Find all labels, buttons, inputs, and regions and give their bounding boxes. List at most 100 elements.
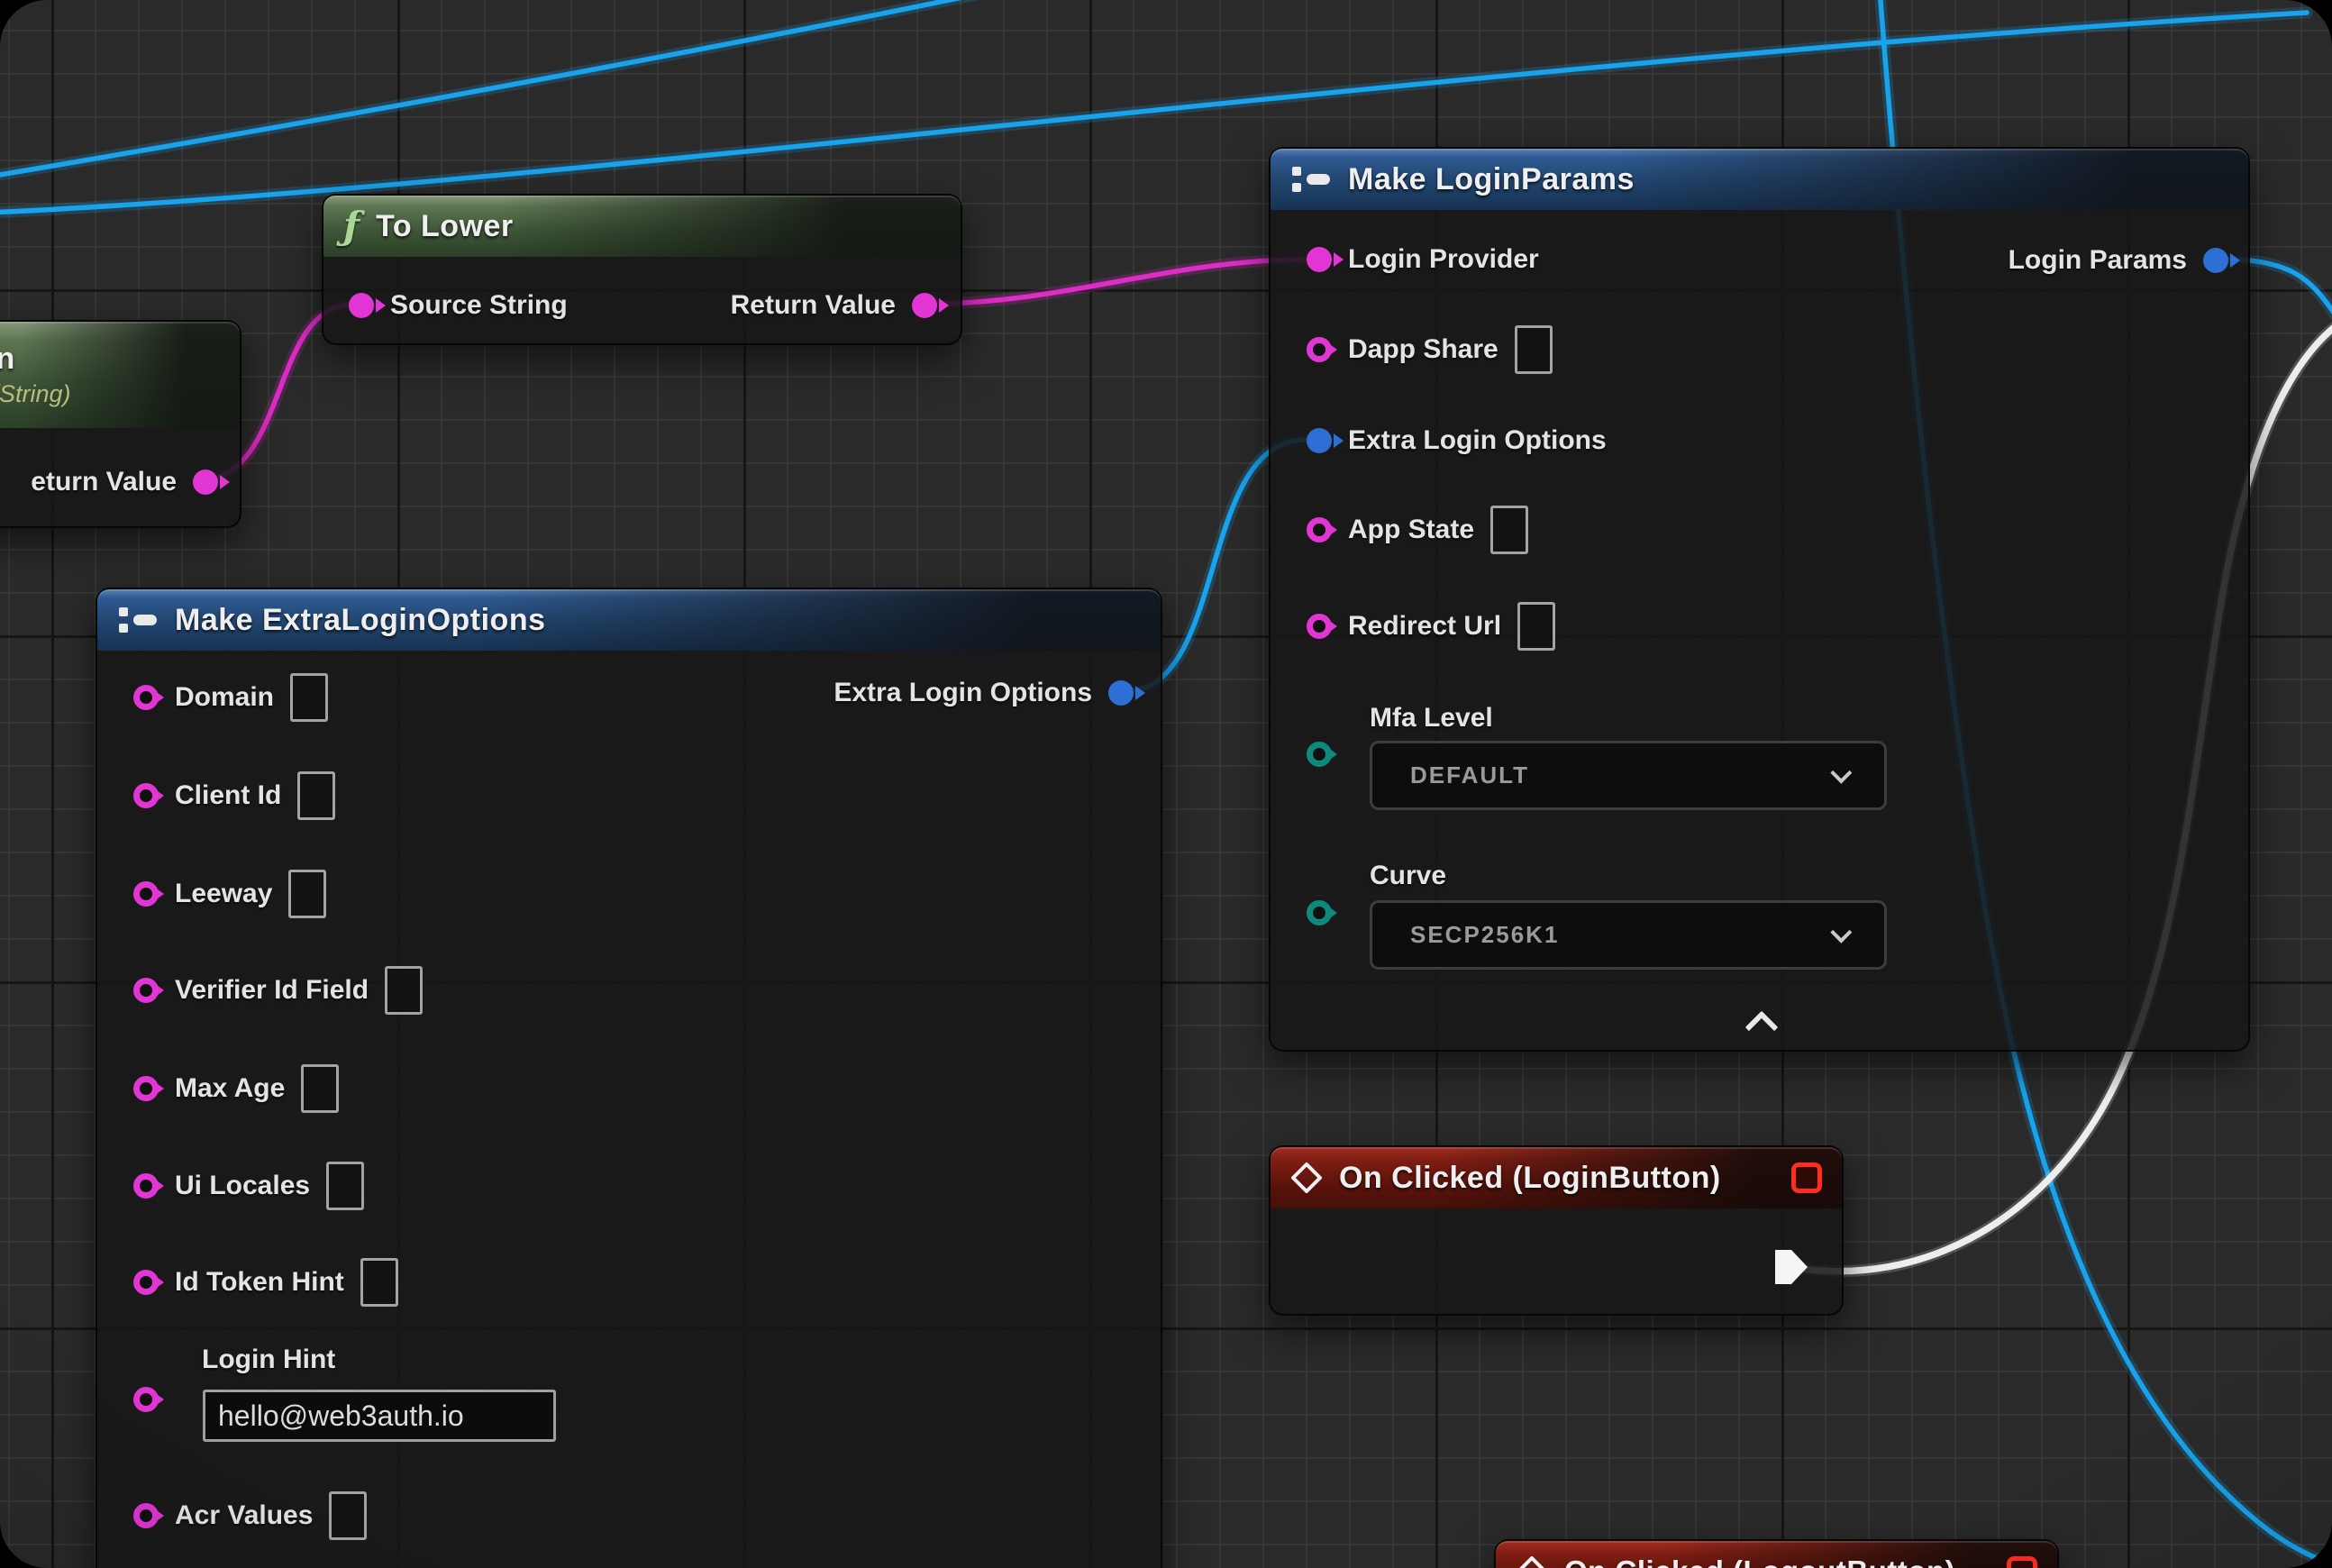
app-state-value-checkbox[interactable] <box>1490 506 1528 554</box>
max-age-value-checkbox[interactable] <box>301 1064 339 1113</box>
pin-label: Login Params <box>2009 245 2187 276</box>
node-make-loginparams-header[interactable]: Make LoginParams <box>1271 149 2248 210</box>
pin-row-login-provider: Login Provider <box>1307 244 1539 275</box>
mfa-level-label: Mfa Level <box>1370 703 1493 734</box>
pin-label: App State <box>1348 515 1474 545</box>
node-onclicked-loginbutton[interactable]: On Clicked (LoginButton) <box>1269 1145 1844 1316</box>
node-make-extraloginoptions-title: Make ExtraLoginOptions <box>175 603 546 638</box>
pin-label: Client Id <box>175 780 281 811</box>
node-to-lower-title: To Lower <box>376 209 514 244</box>
curve-dropdown[interactable]: SECP256K1 <box>1370 900 1887 970</box>
output-pin-login-params[interactable] <box>2203 248 2228 273</box>
leeway-value-checkbox[interactable] <box>288 870 326 918</box>
input-pin-app-state[interactable] <box>1307 517 1332 542</box>
pin-label: Ui Locales <box>175 1171 310 1201</box>
input-pin-login-hint[interactable] <box>133 1387 159 1412</box>
input-pin-redirect-url[interactable] <box>1307 614 1332 639</box>
input-pin-ui-locales[interactable] <box>133 1173 159 1199</box>
output-pin-string[interactable] <box>193 469 218 495</box>
collapse-node-caret[interactable] <box>1745 1011 1779 1044</box>
input-pin-login-provider[interactable] <box>1307 247 1332 272</box>
pin-label: Id Token Hint <box>175 1267 344 1298</box>
input-pin-acr-values[interactable] <box>133 1503 159 1528</box>
node-make-loginparams-title: Make LoginParams <box>1348 162 1635 197</box>
pin-label: Acr Values <box>175 1500 313 1531</box>
pin-row-extra-login-options-in: Extra Login Options <box>1307 425 1607 456</box>
function-icon: ƒ <box>343 207 360 245</box>
pin-row-leeway: Leeway <box>133 870 326 918</box>
pin-row-ui-locales: Ui Locales <box>133 1162 364 1210</box>
pin-row-app-state: App State <box>1307 506 1528 554</box>
pin-row-return-value-partial: eturn Value <box>31 467 218 497</box>
node-to-lower-header[interactable]: ƒ To Lower <box>323 196 961 257</box>
input-pin-extra-login-options[interactable] <box>1307 428 1332 453</box>
pin-label: Leeway <box>175 879 272 909</box>
redirect-url-value-checkbox[interactable] <box>1517 602 1555 651</box>
node-onclicked-loginbutton-title: On Clicked (LoginButton) <box>1339 1161 1721 1196</box>
chevron-down-icon <box>1830 762 1852 784</box>
chevron-down-icon <box>1830 922 1852 944</box>
input-pin-max-age[interactable] <box>133 1076 159 1101</box>
ui-locales-value-checkbox[interactable] <box>326 1162 364 1210</box>
pin-row-domain: Domain <box>133 673 328 722</box>
pin-label: Extra Login Options <box>834 678 1092 708</box>
pin-label: Max Age <box>175 1073 285 1104</box>
node-onclicked-logoutbutton[interactable]: On Clicked (LogoutButton) <box>1494 1539 2059 1568</box>
node-partial-subtitle: ox (String) <box>0 380 71 408</box>
event-binding-icon[interactable] <box>1791 1162 1822 1193</box>
input-pin-curve[interactable] <box>1307 900 1332 925</box>
output-pin-return-value[interactable] <box>912 293 937 318</box>
pin-row-dapp-share: Dapp Share <box>1307 325 1553 374</box>
node-onclicked-logoutbutton-header[interactable]: On Clicked (LogoutButton) <box>1496 1541 2057 1568</box>
pin-row-acr-values: Acr Values <box>133 1491 367 1540</box>
mfa-level-dropdown[interactable]: DEFAULT <box>1370 741 1887 810</box>
pin-label: Verifier Id Field <box>175 975 369 1006</box>
wire-tolower-to-loginprovider[interactable] <box>930 260 1305 304</box>
pin-label: eturn Value <box>31 467 177 497</box>
curve-label: Curve <box>1370 861 1446 891</box>
wire-blue-diagonal-1[interactable] <box>0 0 1002 177</box>
input-pin-id-token-hint[interactable] <box>133 1270 159 1295</box>
client-id-value-checkbox[interactable] <box>297 771 335 820</box>
verifier-id-field-value-checkbox[interactable] <box>385 966 423 1015</box>
pin-row-return-value: Return Value <box>731 290 937 321</box>
pin-row-source-string: Source String <box>349 290 568 321</box>
node-partial-header[interactable]: tion ox (String) <box>0 322 240 428</box>
input-pin-client-id[interactable] <box>133 783 159 808</box>
make-struct-icon <box>117 605 159 635</box>
pin-row-verifier-id-field: Verifier Id Field <box>133 966 423 1015</box>
blueprint-graph-canvas[interactable]: tion ox (String) eturn Value ƒ To Lower … <box>0 0 2332 1568</box>
login-hint-input[interactable] <box>203 1390 556 1442</box>
event-binding-icon[interactable] <box>2007 1556 2037 1568</box>
pin-label: Extra Login Options <box>1348 425 1607 456</box>
pin-row-extra-login-options-out: Extra Login Options <box>834 678 1134 708</box>
id-token-hint-value-checkbox[interactable] <box>360 1258 398 1307</box>
login-hint-label: Login Hint <box>202 1345 335 1375</box>
node-onclicked-loginbutton-header[interactable]: On Clicked (LoginButton) <box>1271 1147 1842 1208</box>
input-pin-domain[interactable] <box>133 685 159 710</box>
domain-value-checkbox[interactable] <box>290 673 328 722</box>
event-diamond-icon <box>1516 1555 1548 1568</box>
node-onclicked-logoutbutton-title: On Clicked (LogoutButton) <box>1564 1554 1955 1568</box>
pin-label: Redirect Url <box>1348 611 1501 642</box>
pin-label: Domain <box>175 682 274 713</box>
input-pin-dapp-share[interactable] <box>1307 337 1332 362</box>
exec-output-pin[interactable] <box>1773 1248 1809 1286</box>
node-to-lower[interactable]: ƒ To Lower Source String Return Value <box>322 194 962 345</box>
input-pin-leeway[interactable] <box>133 881 159 907</box>
input-pin-mfa-level[interactable] <box>1307 742 1332 767</box>
pin-row-login-params-out: Login Params <box>2009 245 2228 276</box>
output-pin-extra-login-options[interactable] <box>1108 680 1134 706</box>
input-pin-source-string[interactable] <box>349 293 374 318</box>
pin-label: Login Provider <box>1348 244 1539 275</box>
node-make-loginparams[interactable]: Make LoginParams Login Provider Dapp Sha… <box>1269 147 2250 1052</box>
pin-row-id-token-hint: Id Token Hint <box>133 1258 398 1307</box>
acr-values-value-checkbox[interactable] <box>329 1491 367 1540</box>
node-partial-gettext[interactable]: tion ox (String) eturn Value <box>0 320 241 528</box>
pin-row-client-id: Client Id <box>133 771 335 820</box>
dapp-share-value-checkbox[interactable] <box>1515 325 1553 374</box>
input-pin-verifier-id-field[interactable] <box>133 978 159 1003</box>
node-make-extraloginoptions-header[interactable]: Make ExtraLoginOptions <box>97 589 1161 651</box>
pin-label: Dapp Share <box>1348 334 1498 365</box>
node-make-extraloginoptions[interactable]: Make ExtraLoginOptions Domain Client Id … <box>96 588 1162 1568</box>
